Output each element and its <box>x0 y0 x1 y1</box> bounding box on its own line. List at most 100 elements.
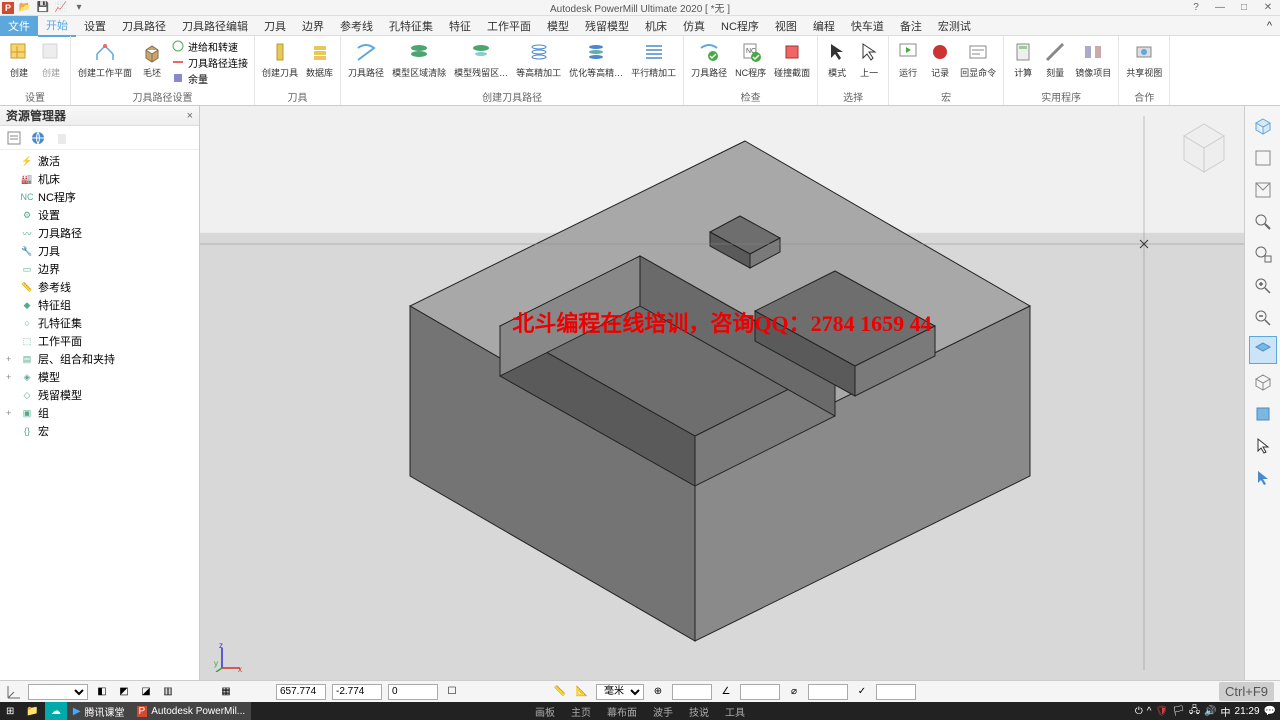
rt-pick-button[interactable] <box>1249 432 1277 460</box>
check-toolpath-button[interactable]: 刀具路径 <box>688 38 730 81</box>
help-icon[interactable]: ? <box>1186 1 1206 15</box>
tm-2[interactable]: 幕布面 <box>607 704 637 719</box>
qat-dropdown-icon[interactable]: ▾ <box>72 1 86 15</box>
calc-button[interactable]: 计算 <box>1008 38 1038 81</box>
tab-setup[interactable]: 设置 <box>76 16 114 36</box>
axis-select[interactable] <box>28 684 88 700</box>
status-icon-2[interactable]: ◩ <box>116 684 132 700</box>
tree-item-12[interactable]: +◈模型 <box>4 368 195 386</box>
rt-arrow-button[interactable] <box>1249 464 1277 492</box>
rt-zoom-fit-button[interactable] <box>1249 208 1277 236</box>
check-nc-button[interactable]: NCNC程序 <box>732 38 769 81</box>
tab-boundary[interactable]: 边界 <box>294 16 332 36</box>
tab-simulate[interactable]: 仿真 <box>675 16 713 36</box>
expand-icon[interactable]: + <box>6 372 16 382</box>
cloud-task[interactable]: ☁ <box>45 702 67 720</box>
close-button[interactable]: ✕ <box>1258 1 1278 15</box>
target-icon[interactable]: ⊕ <box>650 684 666 700</box>
rt-top-button[interactable] <box>1249 144 1277 172</box>
tree-item-5[interactable]: 🔧刀具 <box>4 242 195 260</box>
tab-toolpath-edit[interactable]: 刀具路径编辑 <box>174 16 256 36</box>
power-icon[interactable]: ⏻ <box>1135 706 1143 717</box>
tray-ime-icon[interactable]: 中 <box>1221 704 1231 719</box>
tm-3[interactable]: 波手 <box>653 704 673 719</box>
record-button[interactable]: 记录 <box>925 38 955 81</box>
model-view[interactable] <box>200 106 1244 680</box>
tab-macro-test[interactable]: 宏测试 <box>930 16 979 36</box>
tab-reference[interactable]: 参考线 <box>332 16 381 36</box>
save-icon[interactable]: 💾 <box>36 1 50 15</box>
tm-5[interactable]: 工具 <box>725 704 745 719</box>
collision-button[interactable]: 碰撞截面 <box>771 38 813 81</box>
tab-view[interactable]: 视图 <box>767 16 805 36</box>
database-button[interactable]: 数据库 <box>303 38 336 81</box>
rt-zoom-sel-button[interactable] <box>1249 240 1277 268</box>
field-4[interactable] <box>876 684 916 700</box>
start-button[interactable]: ⊞ <box>0 702 20 720</box>
tab-feature[interactable]: 特征 <box>441 16 479 36</box>
tree-item-2[interactable]: NCNC程序 <box>4 188 195 206</box>
coord-y[interactable]: -2.774 <box>332 684 382 700</box>
tray-time[interactable]: 21:29 <box>1235 706 1260 717</box>
globe-icon[interactable] <box>30 130 46 146</box>
grid-icon[interactable]: ▦ <box>218 684 234 700</box>
rt-iso-button[interactable] <box>1249 112 1277 140</box>
tab-model[interactable]: 模型 <box>539 16 577 36</box>
viewport-3d[interactable]: 北斗编程在线培训，咨询QQ：2784 1659 44 zxy × <box>200 106 1244 680</box>
tray-notif-icon[interactable]: 💬 <box>1264 706 1276 717</box>
open-icon[interactable]: 📂 <box>18 1 32 15</box>
tab-stock[interactable]: 残留模型 <box>577 16 637 36</box>
ruler-icon[interactable]: 📏 <box>552 684 568 700</box>
tree-item-14[interactable]: +▣组 <box>4 404 195 422</box>
tree-item-7[interactable]: 📏参考线 <box>4 278 195 296</box>
tree-item-15[interactable]: {}宏 <box>4 422 195 440</box>
tree-item-6[interactable]: ▭边界 <box>4 260 195 278</box>
task-powermill[interactable]: PAutodesk PowerMil... <box>131 702 252 720</box>
create-button[interactable]: 创建 <box>4 38 34 81</box>
tray-vol-icon[interactable]: 🔊 <box>1204 706 1216 717</box>
tab-workplane[interactable]: 工作平面 <box>479 16 539 36</box>
properties-icon[interactable] <box>6 130 22 146</box>
maximize-button[interactable]: □ <box>1234 1 1254 15</box>
tab-machine[interactable]: 机床 <box>637 16 675 36</box>
rt-zoom-in-button[interactable] <box>1249 272 1277 300</box>
mirror-button[interactable]: 镜像项目 <box>1072 38 1114 81</box>
tree-item-0[interactable]: ⚡激活 <box>4 152 195 170</box>
field-3[interactable] <box>808 684 848 700</box>
echo-button[interactable]: 回显命令 <box>957 38 999 81</box>
tab-holes[interactable]: 孔特征集 <box>381 16 441 36</box>
tab-express[interactable]: 快车道 <box>843 16 892 36</box>
status-icon-3[interactable]: ◪ <box>138 684 154 700</box>
measure-button[interactable]: 刻量 <box>1040 38 1070 81</box>
tm-1[interactable]: 主页 <box>571 704 591 719</box>
view-cube[interactable] <box>1174 116 1234 176</box>
tree-item-11[interactable]: +▤层、组合和夹持 <box>4 350 195 368</box>
tab-home[interactable]: 开始 <box>38 15 76 37</box>
tree-item-13[interactable]: ◇残留模型 <box>4 386 195 404</box>
rt-zoom-out-button[interactable] <box>1249 304 1277 332</box>
check-icon[interactable]: ✓ <box>854 684 870 700</box>
tray-shield-icon[interactable]: 🛡 <box>1156 706 1169 717</box>
tree-item-8[interactable]: ◆特征组 <box>4 296 195 314</box>
tm-0[interactable]: 画板 <box>535 704 555 719</box>
status-icon-4[interactable]: ▥ <box>160 684 176 700</box>
tree-item-3[interactable]: ⚙设置 <box>4 206 195 224</box>
delete-icon[interactable] <box>54 130 70 146</box>
tree-item-9[interactable]: ○孔特征集 <box>4 314 195 332</box>
model-area-clear-button[interactable]: 模型区域清除 <box>389 38 449 81</box>
checkbox-icon[interactable]: ☐ <box>444 684 460 700</box>
tab-program[interactable]: 编程 <box>805 16 843 36</box>
tab-file[interactable]: 文件 <box>0 16 38 36</box>
tree-item-10[interactable]: ⬚工作平面 <box>4 332 195 350</box>
workplane-button[interactable]: 创建工作平面 <box>75 38 135 81</box>
expand-icon[interactable]: + <box>6 354 16 364</box>
unit-select[interactable]: 毫米 <box>596 684 644 700</box>
status-icon-1[interactable]: ◧ <box>94 684 110 700</box>
contour-finish-button[interactable]: 等高精加工 <box>513 38 564 81</box>
field-2[interactable] <box>740 684 780 700</box>
create-tool-button[interactable]: 创建刀具 <box>259 38 301 81</box>
tm-4[interactable]: 技说 <box>689 704 709 719</box>
expand-icon[interactable]: + <box>6 408 16 418</box>
circle-icon[interactable]: ⌀ <box>786 684 802 700</box>
create2-button[interactable]: 创建 <box>36 38 66 81</box>
